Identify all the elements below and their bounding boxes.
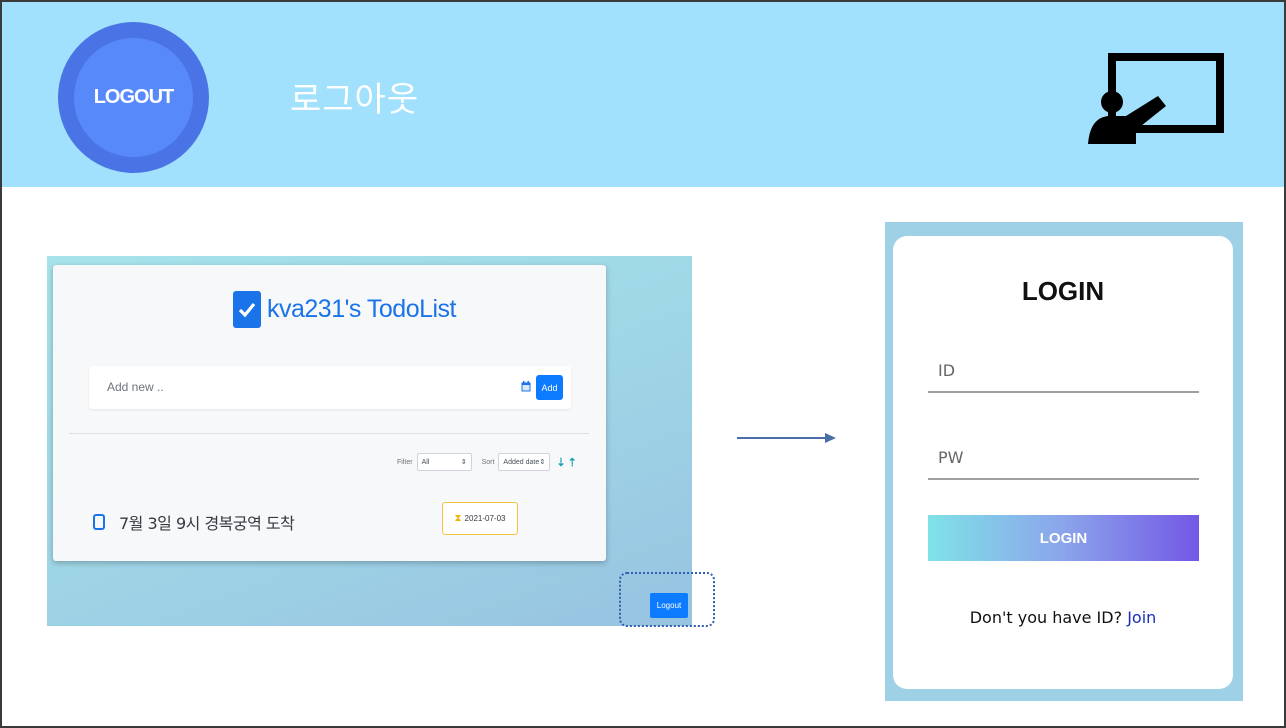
divider [69, 433, 589, 434]
filter-sort-row: Filter All ⇕ Sort Added date ⇕ ⇣ ⇡ [397, 453, 577, 471]
sort-direction-controls: ⇣ ⇡ [554, 456, 576, 469]
login-title: LOGIN [1021, 276, 1105, 306]
logout-button[interactable]: Logout [650, 593, 688, 618]
hourglass-icon: ⧗ [454, 513, 462, 524]
due-date-badge: ⧗ 2021-07-03 [442, 502, 518, 535]
login-panel: LOGIN ID PW LOGIN Don't you have ID? Joi… [885, 222, 1243, 701]
add-todo-row: Add new .. Add [89, 366, 571, 409]
add-button[interactable]: Add [536, 375, 563, 400]
page-title: 로그아웃 [290, 80, 420, 120]
id-field[interactable]: ID [928, 353, 1199, 393]
list-item: 7월 3일 9시 경복궁역 도착 [93, 510, 295, 534]
logout-badge-label: LOGOUT [93, 86, 175, 108]
id-placeholder: ID [938, 361, 956, 380]
presenter-board-icon [1088, 53, 1224, 144]
add-todo-input[interactable]: Add new .. [107, 380, 164, 394]
select-arrows-icon: ⇕ [460, 459, 467, 466]
login-card: LOGIN ID PW LOGIN Don't you have ID? Joi… [893, 236, 1233, 689]
password-field[interactable]: PW [928, 440, 1199, 480]
join-prompt: Don't you have ID? [969, 608, 1123, 627]
select-arrows-icon: ⇕ [539, 459, 546, 466]
header-banner: LOGOUT 로그아웃 [2, 2, 1284, 187]
todo-header: kva231's TodoList [233, 291, 457, 328]
logout-badge-inner: LOGOUT [74, 38, 193, 157]
sort-ascending-icon[interactable]: ⇣ [556, 456, 565, 469]
checkbox-checked-icon [233, 291, 261, 328]
join-row: Don't you have ID? Join [893, 608, 1233, 627]
filter-select[interactable]: All ⇕ [416, 453, 472, 471]
logout-badge: LOGOUT [58, 22, 209, 173]
login-button[interactable]: LOGIN [928, 515, 1199, 561]
sort-label: Sort [481, 458, 495, 466]
todo-title: kva231's TodoList [267, 295, 457, 323]
slide-frame: LOGOUT 로그아웃 kva231's TodoList Add new .. [0, 0, 1286, 728]
todo-item-checkbox[interactable] [93, 514, 105, 530]
due-date: 2021-07-03 [464, 514, 506, 523]
todo-item-text: 7월 3일 9시 경복궁역 도착 [119, 514, 295, 533]
calendar-icon[interactable] [521, 381, 531, 392]
todo-app-screenshot: kva231's TodoList Add new .. Add Filter … [47, 256, 692, 626]
filter-value: All [421, 458, 430, 466]
sort-descending-icon[interactable]: ⇡ [568, 456, 577, 469]
pw-placeholder: PW [938, 448, 964, 467]
todo-card: kva231's TodoList Add new .. Add Filter … [53, 265, 606, 561]
sort-value: Added date [503, 458, 540, 466]
sort-select[interactable]: Added date ⇕ [498, 453, 551, 471]
join-link[interactable]: Join [1127, 608, 1156, 627]
arrow-right-icon [737, 433, 836, 443]
filter-label: Filter [397, 458, 413, 466]
